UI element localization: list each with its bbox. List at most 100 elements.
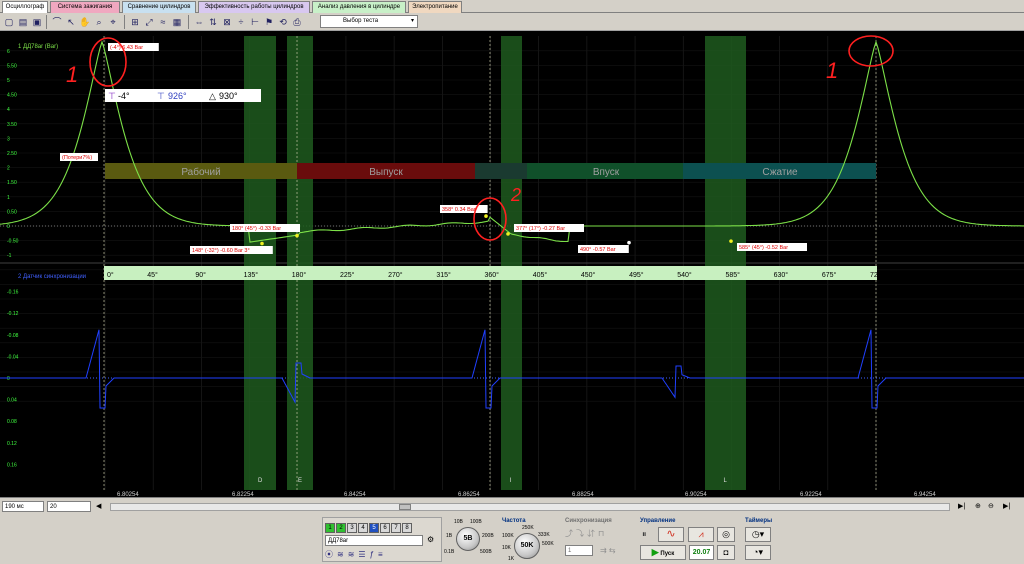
- scale-icon[interactable]: ⊠: [220, 15, 234, 29]
- record-icon[interactable]: ◎: [717, 527, 735, 542]
- zoom-in-icon[interactable]: ⊕: [975, 502, 981, 510]
- ruler-icon[interactable]: ⊢: [248, 15, 262, 29]
- zoom-icon[interactable]: ⌕: [92, 15, 106, 29]
- zoom-out-icon[interactable]: ⊖: [988, 502, 994, 510]
- handwritten-number: 2: [510, 185, 521, 205]
- voltage-knob-value: 5B: [463, 535, 473, 542]
- point-marker: [484, 214, 488, 218]
- cursor-icon[interactable]: ⌒: [50, 15, 64, 29]
- fit-icon[interactable]: ⤢: [142, 15, 156, 29]
- y1-tick-label: 4: [7, 107, 10, 113]
- test-select[interactable]: Выбор теста ▾: [320, 15, 418, 28]
- timers-title: Таймеры: [745, 518, 773, 524]
- sync-mode-icons[interactable]: ⤴⤵⇵⊓: [565, 528, 607, 539]
- sine-wave-button[interactable]: ∿: [658, 527, 684, 542]
- timebase-select[interactable]: 190 мс: [2, 501, 44, 512]
- cursor-delta-value: 930°: [219, 91, 238, 101]
- channel-panel: 12345678 ДД78ar ⚙ ⦿≋≋☰ƒ≡: [322, 517, 442, 562]
- volt-label: 200B: [482, 533, 494, 539]
- history-icon[interactable]: ⟲: [276, 15, 290, 29]
- sensor-value: ДД78ar: [328, 538, 349, 544]
- scroll-right-icon[interactable]: ▶|: [958, 502, 965, 510]
- degree-tick-label: 315°: [436, 271, 451, 279]
- phase-band: [475, 163, 527, 179]
- test-select-label: Выбор теста: [343, 18, 379, 24]
- frequency-knob[interactable]: 50K: [514, 533, 540, 559]
- sync-level-icon[interactable]: ⇉ ⇆: [600, 546, 616, 555]
- point-marker: [260, 241, 264, 246]
- channel-button-4[interactable]: 4: [358, 523, 368, 533]
- control-title: Управление: [640, 518, 676, 524]
- time-scrollbar[interactable]: [110, 503, 950, 511]
- flag-icon[interactable]: ⚑: [262, 15, 276, 29]
- volt-label: 1B: [446, 533, 453, 539]
- tab-1[interactable]: Осциллограф: [2, 1, 48, 13]
- count-select[interactable]: 20: [47, 501, 91, 512]
- tab-5[interactable]: Анализ давления в цилиндре: [312, 1, 406, 13]
- align-icon[interactable]: ⇔: [192, 15, 206, 29]
- degree-tick-label: 180°: [292, 271, 307, 279]
- end-icon[interactable]: ▶|: [1003, 502, 1010, 510]
- channel-tools-icon[interactable]: ⦿≋≋☰ƒ≡: [325, 549, 387, 560]
- channel-button-7[interactable]: 7: [391, 523, 401, 533]
- settings-icon[interactable]: ⚙: [427, 535, 434, 544]
- filter-icon[interactable]: ▦: [170, 15, 184, 29]
- grid-icon[interactable]: ⊞: [128, 15, 142, 29]
- freq-knob-group: 250K 100K 333K 10K 500K 1K 50K: [502, 525, 558, 563]
- tab-3[interactable]: Сравнение цилиндров: [122, 1, 196, 13]
- tab-4[interactable]: Эффективность работы цилиндров: [198, 1, 310, 13]
- handwritten-number: 1: [66, 62, 78, 87]
- degree-tick-label: 585°: [725, 271, 740, 279]
- play-icon: ▶: [651, 547, 659, 557]
- channel1-label: 1 ДД78ar (Bar): [18, 44, 58, 50]
- scroll-left-icon[interactable]: ◀: [96, 502, 106, 512]
- split-icon[interactable]: ÷: [234, 15, 248, 29]
- sync-channel-select[interactable]: 1: [565, 545, 593, 556]
- mirror-icon[interactable]: ⇅: [206, 15, 220, 29]
- start-button-label: Пуск: [660, 551, 675, 557]
- timer2-button[interactable]: ◔▾: [745, 545, 771, 560]
- tab-2[interactable]: Система зажигания: [50, 1, 120, 13]
- cylinder-zone: [287, 36, 313, 490]
- annotation-label: 490° -0.57 Bar: [580, 247, 616, 253]
- channel-button-6[interactable]: 6: [380, 523, 390, 533]
- channel-button-3[interactable]: 3: [347, 523, 357, 533]
- mode-tabs: Осциллограф Система зажигания Сравнение ци…: [0, 0, 1024, 13]
- zone-letter: E: [298, 478, 302, 484]
- annotation-label: 148° (-32°) -0.60 Bar 3°: [192, 248, 250, 254]
- channel-button-5[interactable]: 5: [369, 523, 379, 533]
- new-icon[interactable]: ▢: [2, 15, 16, 29]
- channel-button-2[interactable]: 2: [336, 523, 346, 533]
- oscilloscope-plot[interactable]: 6 5.50 5 4.50 4 3.50 3 2.50 2 1.50 1 0.50 0 -0.50 -1 -0…: [0, 31, 1024, 497]
- hand-icon[interactable]: ✋: [78, 15, 92, 29]
- sensor-select[interactable]: ДД78ar: [325, 535, 423, 546]
- y2-tick-label: -0.04: [7, 354, 19, 360]
- annotation-label: 358° 0.34 Bar: [442, 207, 476, 213]
- degree-tick-label: 90°: [195, 271, 206, 279]
- wave-icon[interactable]: ≈: [156, 15, 170, 29]
- delta-icon: △: [209, 91, 216, 101]
- y1-tick-label: 3: [7, 136, 10, 142]
- freq-label: 333K: [538, 532, 550, 538]
- degree-tick-label: 450°: [581, 271, 596, 279]
- tab-6[interactable]: Электропитание: [408, 1, 462, 13]
- start-button[interactable]: ▶ Пуск: [640, 545, 686, 560]
- pulse-wave-button[interactable]: ⩘: [688, 527, 714, 542]
- measure-icon[interactable]: ⌖: [106, 15, 120, 29]
- save-icon[interactable]: ▣: [30, 15, 44, 29]
- volt-label: 500B: [480, 549, 492, 555]
- pause-icon[interactable]: ⏸: [642, 529, 647, 540]
- camera-icon[interactable]: ◘: [717, 545, 735, 560]
- voltage-knob[interactable]: 5B: [456, 527, 480, 551]
- y2-tick-label: 0: [7, 376, 10, 382]
- print-icon[interactable]: ⎙: [290, 15, 304, 29]
- open-icon[interactable]: ▤: [16, 15, 30, 29]
- y2-tick-label: -0.16: [7, 290, 19, 296]
- channel-button-8[interactable]: 8: [402, 523, 412, 533]
- scroll-thumb[interactable]: [399, 504, 411, 510]
- channel-button-1[interactable]: 1: [325, 523, 335, 533]
- cursor-b-icon: ⊤: [157, 91, 165, 101]
- timer1-button[interactable]: ◷▾: [745, 527, 771, 542]
- select-icon[interactable]: ↖: [64, 15, 78, 29]
- fps-display: 20.07: [689, 545, 714, 560]
